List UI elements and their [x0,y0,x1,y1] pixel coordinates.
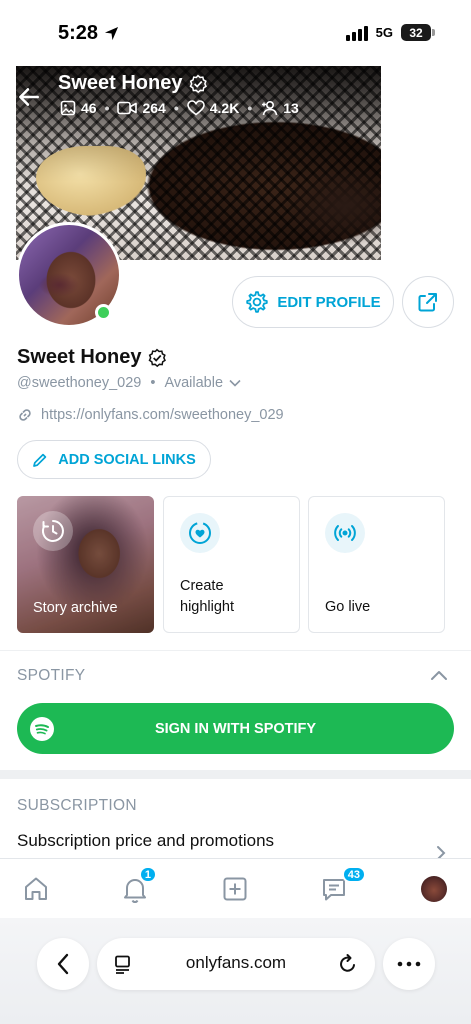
add-square-icon [223,877,247,901]
subscription-price-row[interactable]: Subscription price and promotions [17,831,274,851]
back-arrow-icon[interactable] [16,84,42,110]
spotify-section-title: SPOTIFY [17,667,86,684]
home-icon [25,877,47,900]
chevron-down-icon [229,379,241,387]
availability-label: Available [164,375,224,391]
profile-link[interactable]: https://onlyfans.com/sweethoney_029 [17,407,284,423]
verified-icon [149,348,167,367]
handle-row: @sweethoney_029 • Available [17,375,241,391]
broadcast-icon [325,513,365,553]
edit-profile-label: EDIT PROFILE [277,293,381,311]
spotify-logo-icon [30,717,54,741]
browser-address-bar[interactable]: onlyfans.com [97,938,375,990]
more-horizontal-icon [397,961,421,967]
location-arrow-icon [104,26,119,41]
nav-messages[interactable]: 43 [318,866,366,905]
header-name: Sweet Honey [58,72,183,94]
availability-dropdown[interactable]: Available [164,375,241,391]
nav-notifications[interactable]: 1 [119,866,157,905]
signal-icon [345,25,368,41]
fans-icon [262,100,278,116]
more-vertical-icon[interactable] [443,84,453,108]
battery-level: 32 [409,25,423,40]
profile-name: Sweet Honey [17,346,167,369]
highlight-heart-icon [180,513,220,553]
header-title: Sweet Honey [58,72,208,95]
battery-icon: 32 [401,24,435,41]
username: @sweethoney_029 [17,375,142,391]
status-bar: 5:28 5G 32 [0,0,471,66]
subscription-section-title: SUBSCRIPTION [17,797,137,814]
header-stats: 46 • 264 • 4.2K • 13 [60,100,299,116]
profile-link-text: https://onlyfans.com/sweethoney_029 [41,407,284,423]
story-archive-label: Story archive [33,600,118,616]
chevron-left-icon [57,953,69,975]
history-clock-icon [33,511,73,551]
nav-home[interactable] [20,873,52,905]
link-icon [19,409,31,421]
notifications-badge: 1 [138,866,157,883]
chevron-up-icon[interactable] [429,668,449,682]
share-icon [418,293,437,312]
browser-more-button[interactable] [383,938,435,990]
stat-likes: 4.2K [186,100,239,116]
bottom-navigation: 1 43 [0,858,471,918]
go-live-label: Go live [325,599,371,615]
nav-add-post[interactable] [219,873,251,905]
create-highlight-label: Create highlight [180,578,235,615]
url-text: onlyfans.com [185,953,287,972]
nav-avatar [421,876,447,902]
go-live-card[interactable]: Go live [308,496,445,633]
status-time: 5:28 [58,22,119,45]
edit-profile-button[interactable]: EDIT PROFILE [232,276,394,328]
browser-back-button[interactable] [37,938,89,990]
add-social-links-button[interactable]: ADD SOCIAL LINKS [17,440,211,479]
add-social-links-label: ADD SOCIAL LINKS [58,451,196,468]
divider [0,650,471,651]
sign-in-spotify-label: SIGN IN WITH SPOTIFY [154,720,317,737]
network-label: 5G [375,25,393,40]
story-archive-card[interactable]: Story archive [17,496,154,633]
stat-videos: 264 [117,100,166,116]
messages-badge: 43 [341,866,366,883]
status-indicators: 5G 32 [345,24,435,41]
stat-fans: 13 [260,100,299,116]
heart-icon [186,100,205,116]
sign-in-spotify-button[interactable]: SIGN IN WITH SPOTIFY [17,703,454,754]
nav-profile[interactable] [418,873,450,905]
create-highlight-card[interactable]: Create highlight [163,496,300,633]
reload-icon[interactable] [337,953,359,975]
gear-icon [246,291,269,313]
clock-text: 5:28 [58,22,99,44]
section-divider [0,770,471,779]
stat-photos: 46 [60,100,97,116]
share-button[interactable] [402,276,454,328]
pencil-icon [33,453,47,467]
online-status-dot [95,304,112,321]
video-icon [117,101,138,115]
verified-icon [190,74,208,93]
image-icon [60,100,76,116]
